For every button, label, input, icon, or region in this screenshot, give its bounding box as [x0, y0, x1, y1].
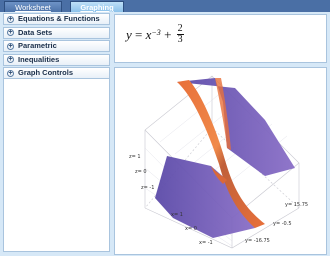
sidebar-item-label: Parametric [18, 41, 57, 50]
z-axis-label-bottom: z= -1 [141, 185, 154, 191]
tab-graphing[interactable]: Graphing [70, 1, 124, 12]
graph-3d-svg[interactable]: z= 1 z= 0 z= -1 x= 1 x= 0 x= -1 y= 15.75… [115, 68, 326, 254]
expand-icon: + [7, 42, 14, 50]
expand-icon: + [7, 56, 14, 63]
y-axis-label-0: y= -0.5 [273, 221, 292, 227]
x-axis-label-m1: x= -1 [199, 240, 213, 246]
y-axis-label-m1: y= -16.75 [245, 238, 270, 244]
equation: y = x −3 + 2 3 [126, 24, 184, 45]
sidebar: + Equations & Functions + Data Sets + Pa… [3, 13, 110, 253]
sidebar-item-parametric[interactable]: + Parametric [3, 40, 110, 52]
formula-exponent: −3 [151, 28, 161, 37]
x-axis-label-1: x= 1 [171, 212, 183, 218]
x-axis-label-0: x= 0 [185, 226, 197, 232]
expand-icon: + [7, 69, 14, 77]
sidebar-item-label: Equations & Functions [18, 14, 100, 23]
z-axis-label-top: z= 1 [129, 154, 141, 160]
z-axis-label-mid: z= 0 [135, 169, 147, 175]
tab-worksheet[interactable]: Worksheet [4, 1, 62, 12]
expand-icon: + [7, 29, 14, 36]
sidebar-item-label: Data Sets [18, 27, 53, 37]
y-axis-label-1: y= 15.75 [285, 202, 308, 208]
sidebar-item-data-sets[interactable]: + Data Sets [3, 26, 110, 39]
sidebar-item-inequalities[interactable]: + Inequalities [3, 53, 110, 66]
sidebar-item-label: Inequalities [18, 54, 60, 64]
expand-icon: + [7, 15, 14, 23]
graph-controls-content [3, 79, 110, 252]
formula-fraction: 2 3 [176, 24, 184, 45]
sidebar-item-label: Graph Controls [18, 68, 74, 77]
sidebar-item-graph-controls[interactable]: + Graph Controls [3, 67, 110, 79]
formula-display: y = x −3 + 2 3 [114, 14, 327, 63]
formula-plus: + [160, 26, 175, 42]
fraction-denominator: 3 [177, 34, 183, 45]
sidebar-item-equations-functions[interactable]: + Equations & Functions [3, 13, 110, 25]
graph-3d-view[interactable]: z= 1 z= 0 z= -1 x= 1 x= 0 x= -1 y= 15.75… [114, 67, 327, 255]
formula-equals: = [131, 26, 146, 42]
